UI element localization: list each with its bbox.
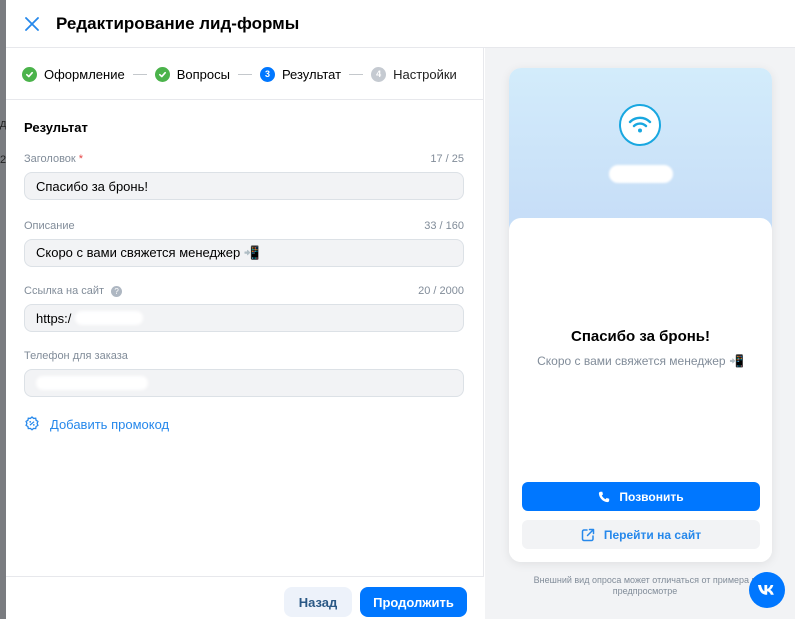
- wifi-icon: [628, 116, 652, 133]
- link-input[interactable]: https:/: [24, 304, 464, 332]
- vk-icon: [758, 585, 774, 595]
- step-questions[interactable]: Вопросы: [154, 66, 230, 82]
- title-input[interactable]: Спасибо за бронь!: [24, 172, 464, 200]
- field-label: Описание: [24, 220, 75, 232]
- step-result[interactable]: 3 Результат: [259, 66, 342, 82]
- char-counter: 20 / 2000: [418, 285, 464, 297]
- input-value: Спасибо за бронь!: [36, 178, 148, 194]
- field-label: Заголовок: [24, 153, 76, 165]
- redacted-text: [75, 311, 144, 325]
- input-value: Скоро с вами свяжется менеджер 📲: [36, 245, 261, 260]
- promo-icon: [25, 416, 39, 431]
- stepper: Оформление Вопросы 3 Результат 4 Настрой…: [22, 64, 457, 84]
- check-icon: [22, 66, 37, 82]
- preview-cover: [509, 68, 772, 238]
- section-title: Результат: [24, 120, 88, 135]
- step-number-badge: 4: [371, 66, 387, 82]
- redacted-text: [36, 376, 148, 390]
- preview-title: Спасибо за бронь!: [570, 328, 711, 345]
- phone-input[interactable]: [24, 369, 464, 397]
- step-separator: [132, 73, 147, 75]
- continue-button[interactable]: Продолжить: [360, 587, 467, 617]
- step-label: Оформление: [44, 66, 125, 82]
- required-mark: *: [78, 153, 84, 165]
- description-input[interactable]: Скоро с вами свяжется менеджер 📲: [24, 239, 464, 267]
- step-number-badge: 3: [259, 66, 275, 82]
- redacted-community-name: [609, 165, 673, 183]
- step-label: Вопросы: [176, 66, 230, 82]
- preview-description: Скоро с вами свяжется менеджер 📲: [537, 354, 744, 368]
- description-field: Описание 33 / 160 Скоро с вами свяжется …: [24, 219, 464, 267]
- step-label: Настройки: [393, 66, 457, 82]
- preview-phone: Спасибо за бронь! Скоро с вами свяжется …: [509, 68, 772, 562]
- step-separator: [349, 73, 364, 75]
- go-to-site-button[interactable]: Перейти на сайт: [522, 520, 760, 549]
- step-label: Результат: [281, 66, 342, 82]
- call-button[interactable]: Позвонить: [522, 482, 760, 511]
- site-label: Перейти на сайт: [603, 527, 702, 542]
- add-promocode-link[interactable]: Добавить промокод: [24, 416, 169, 432]
- form-pane: Оформление Вопросы 3 Результат 4 Настрой…: [6, 48, 484, 619]
- step-separator: [237, 73, 252, 75]
- lead-form-editor-modal: Редактирование лид-формы Оформление Вопр…: [6, 0, 795, 619]
- input-value: https:/: [36, 310, 72, 326]
- check-icon: [154, 66, 170, 82]
- external-link-icon: [581, 528, 595, 542]
- preview-card: Спасибо за бронь! Скоро с вами свяжется …: [509, 218, 772, 562]
- field-label: Телефон для заказа: [24, 350, 128, 362]
- modal-header: Редактирование лид-формы: [6, 0, 795, 48]
- char-counter: 17 / 25: [430, 153, 464, 165]
- close-icon: [25, 16, 39, 31]
- call-label: Позвонить: [619, 489, 684, 504]
- divider: [6, 99, 484, 100]
- modal-title: Редактирование лид-формы: [56, 13, 300, 33]
- link-field: Ссылка на сайт ? 20 / 2000 https:/: [24, 284, 464, 332]
- phone-icon: [598, 491, 610, 503]
- avatar: [619, 104, 661, 146]
- char-counter: 33 / 160: [424, 220, 464, 232]
- form-footer: Назад Продолжить: [6, 576, 484, 619]
- field-label: Ссылка на сайт: [24, 285, 105, 297]
- close-button[interactable]: [22, 14, 42, 34]
- title-field: Заголовок * 17 / 25 Спасибо за бронь!: [24, 152, 464, 200]
- back-button[interactable]: Назад: [284, 587, 352, 617]
- preview-pane: Спасибо за бронь! Скоро с вами свяжется …: [485, 48, 795, 619]
- help-icon[interactable]: ?: [111, 285, 123, 297]
- step-design[interactable]: Оформление: [22, 66, 125, 82]
- vk-logo-button[interactable]: [749, 572, 785, 608]
- promo-label: Добавить промокод: [50, 416, 170, 432]
- preview-disclaimer: Внешний вид опроса может отличаться от п…: [533, 575, 757, 596]
- step-settings[interactable]: 4 Настройки: [371, 66, 457, 82]
- phone-field: Телефон для заказа: [24, 349, 464, 397]
